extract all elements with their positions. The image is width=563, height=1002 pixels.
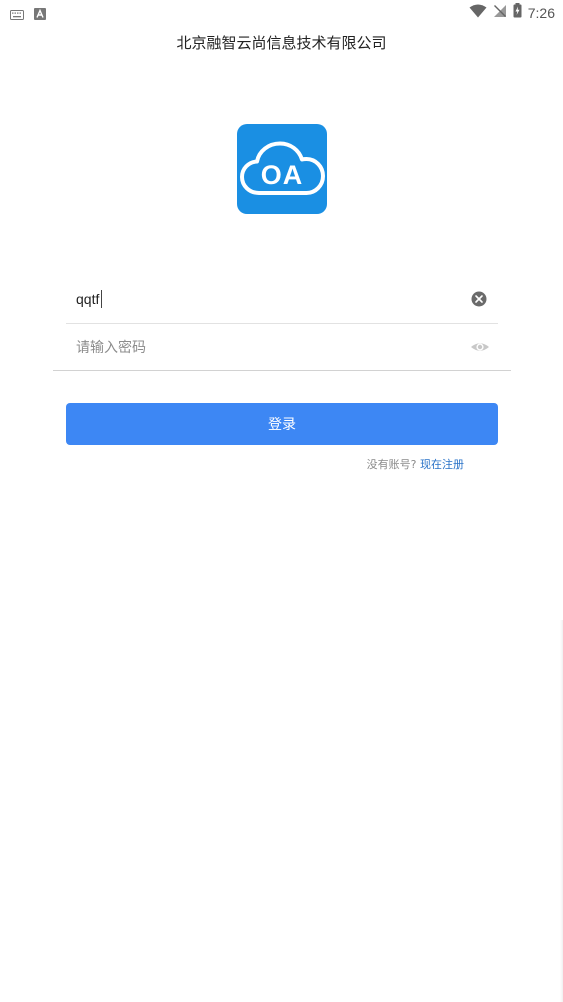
a-letter-icon — [34, 5, 46, 24]
clear-icon[interactable] — [470, 290, 488, 308]
battery-charging-icon — [513, 3, 522, 22]
logo-text: OA — [260, 160, 304, 190]
status-right: 7:26 — [469, 3, 555, 22]
page-title: 北京融智云尚信息技术有限公司 — [176, 34, 387, 52]
keyboard-icon — [10, 5, 24, 24]
status-time: 7:26 — [527, 4, 555, 21]
eye-icon[interactable] — [470, 338, 489, 356]
signup-row: 没有账号? 现在注册 — [367, 456, 464, 472]
username-input[interactable] — [76, 285, 456, 313]
password-input[interactable] — [76, 333, 456, 361]
password-field — [66, 323, 498, 371]
login-button[interactable]: 登录 — [66, 403, 498, 445]
status-left — [10, 5, 46, 24]
signup-prompt: 没有账号? — [366, 458, 417, 471]
text-cursor — [101, 290, 102, 308]
signup-link[interactable]: 现在注册 — [420, 458, 464, 471]
status-bar: 7:26 — [0, 0, 563, 24]
username-field — [66, 275, 498, 324]
wifi-icon — [469, 3, 487, 22]
no-sim-icon — [493, 3, 507, 22]
password-underline — [53, 370, 511, 371]
app-logo: OA — [237, 124, 327, 214]
